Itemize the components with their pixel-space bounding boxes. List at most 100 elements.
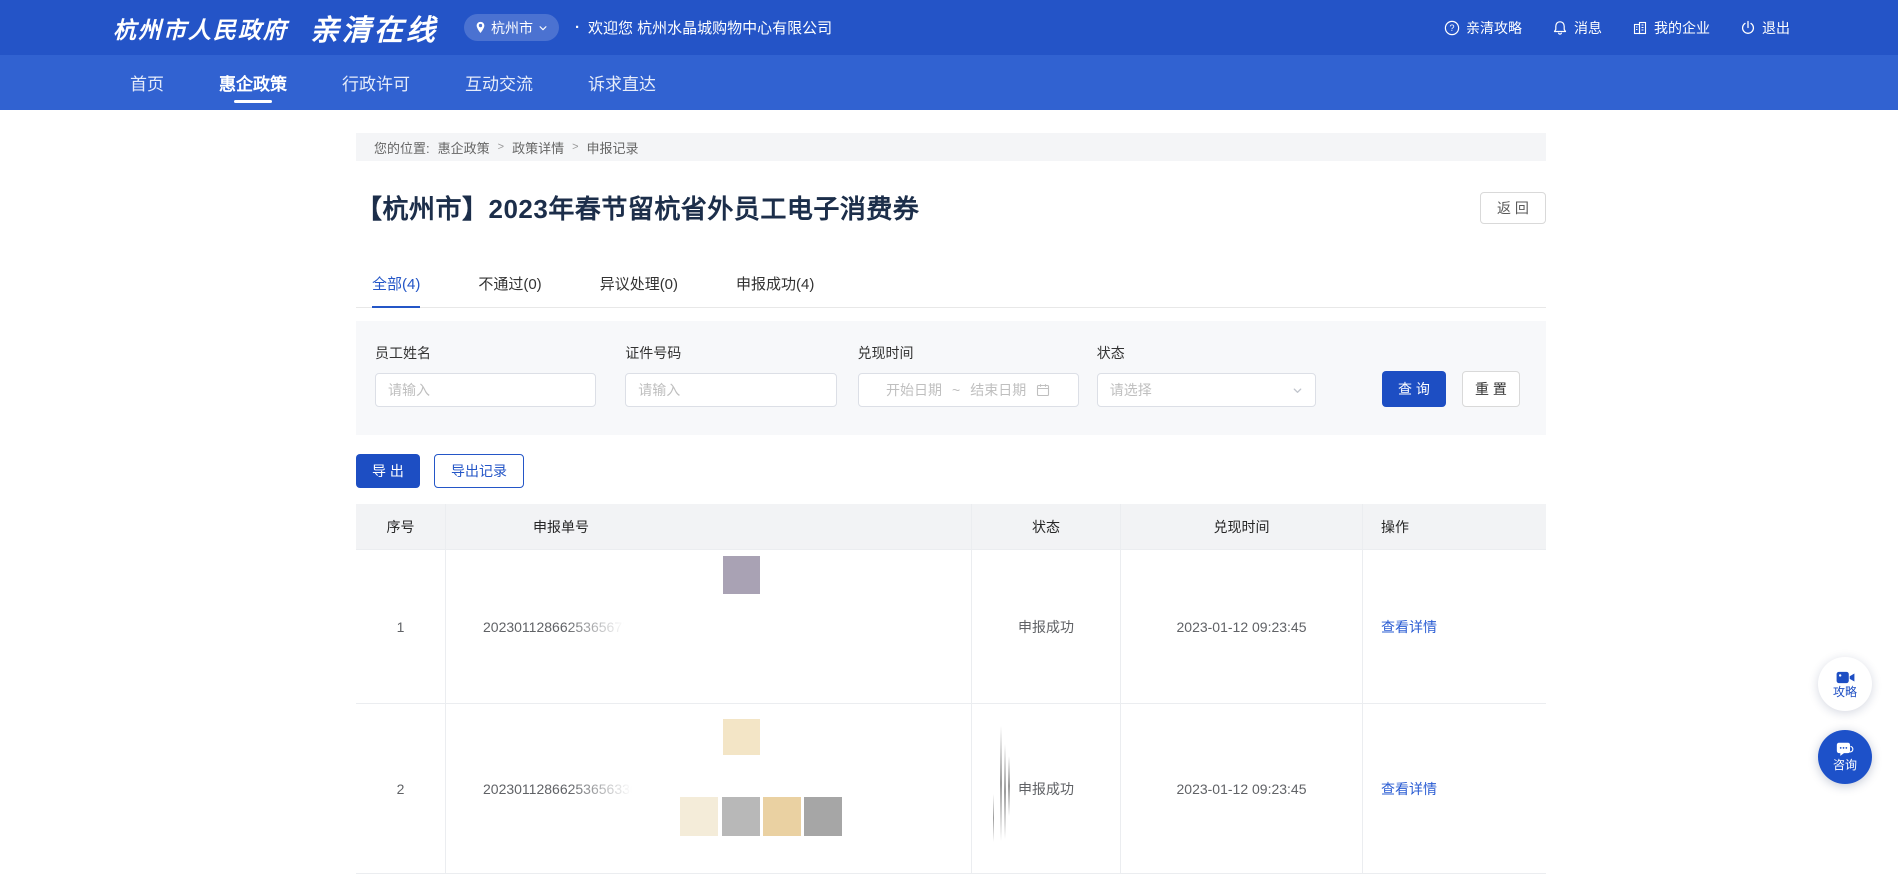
filter-actions: 查 询 重 置 (1382, 371, 1520, 407)
row-redeem-time: 2023-01-12 09:23:45 (1121, 704, 1363, 873)
status-tabs: 全部(4) 不通过(0) 异议处理(0) 申报成功(4) (356, 273, 1546, 308)
row-redeem-time: 2023-01-12 09:23:45 (1121, 550, 1363, 703)
row-action: 查看详情 (1363, 550, 1546, 703)
menu-label-messages: 消息 (1574, 18, 1602, 38)
welcome-dot: · (575, 19, 580, 36)
nav-item-home[interactable]: 首页 (130, 55, 164, 110)
menu-label-logout: 退出 (1762, 18, 1790, 38)
video-camera-icon (1836, 670, 1855, 685)
consult-fab-label: 咨询 (1833, 759, 1857, 772)
table-header-row: 序号 申报单号 状态 兑现时间 操作 (356, 504, 1546, 550)
consult-fab-button[interactable]: 咨询 (1818, 730, 1872, 784)
site-logo-government: 杭州市人民政府 (113, 11, 288, 45)
redeem-time-label: 兑现时间 (858, 343, 1079, 363)
column-header-order-no: 申报单号 (446, 504, 972, 549)
row-status: 申报成功 (972, 704, 1121, 873)
nav-item-appeal[interactable]: 诉求直达 (588, 55, 656, 110)
menu-label-guide: 亲清攻略 (1466, 18, 1522, 38)
nav-item-interaction[interactable]: 互动交流 (465, 55, 533, 110)
header-menu: ? 亲清攻略 消息 我的企业 退出 (1444, 18, 1790, 38)
guide-fab-button[interactable]: 攻略 (1818, 657, 1872, 711)
date-range-separator: ~ (952, 382, 960, 398)
location-pin-icon (475, 21, 486, 34)
menu-item-messages[interactable]: 消息 (1552, 18, 1602, 38)
menu-item-logout[interactable]: 退出 (1740, 18, 1790, 38)
svg-text:?: ? (1449, 23, 1454, 33)
employee-name-input[interactable] (375, 373, 596, 407)
row-index: 2 (356, 704, 446, 873)
row-action: 查看详情 (1363, 704, 1546, 873)
redaction-block (723, 556, 760, 594)
end-date-placeholder: 结束日期 (970, 380, 1026, 400)
building-icon (1632, 20, 1648, 36)
search-button[interactable]: 查 询 (1382, 371, 1446, 407)
nav-item-enterprise-policy[interactable]: 惠企政策 (219, 55, 287, 110)
tab-dispute[interactable]: 异议处理(0) (600, 273, 678, 307)
row-order-no: 20230112866253656330 (446, 704, 972, 873)
field-redeem-time: 兑现时间 开始日期 ~ 结束日期 (858, 343, 1079, 407)
redaction-block (804, 797, 842, 836)
status-select-placeholder: 请选择 (1110, 380, 1152, 400)
export-button[interactable]: 导 出 (356, 454, 420, 488)
tab-success[interactable]: 申报成功(4) (736, 273, 814, 307)
chat-bubble-icon (1836, 742, 1855, 758)
status-label: 状态 (1097, 343, 1316, 363)
menu-item-company[interactable]: 我的企业 (1632, 18, 1710, 38)
top-bar: 杭州市人民政府 亲清在线 杭州市 · 欢迎您 杭州水晶城购物中心有限公司 ? 亲… (0, 0, 1898, 55)
breadcrumb-separator: > (572, 141, 578, 153)
calendar-icon (1036, 383, 1050, 397)
blur-streak (1004, 744, 1006, 839)
breadcrumb-item-policy[interactable]: 惠企政策 (438, 138, 490, 157)
applications-table: 序号 申报单号 状态 兑现时间 操作 1 2023011286625365677… (356, 504, 1546, 874)
blur-streak (1008, 756, 1010, 816)
redeem-time-range-picker[interactable]: 开始日期 ~ 结束日期 (858, 373, 1079, 407)
start-date-placeholder: 开始日期 (886, 380, 942, 400)
tab-all[interactable]: 全部(4) (372, 273, 420, 307)
chevron-down-icon (1292, 385, 1303, 396)
menu-item-guide[interactable]: ? 亲清攻略 (1444, 18, 1522, 38)
location-selector[interactable]: 杭州市 (464, 14, 559, 41)
export-records-button[interactable]: 导出记录 (434, 454, 524, 488)
power-icon (1740, 20, 1756, 36)
table-row: 1 2023011286625365677 申报成功 2023-01-12 09… (356, 550, 1546, 704)
main-nav: 首页 惠企政策 行政许可 互动交流 诉求直达 (0, 55, 1898, 110)
welcome-text: · 欢迎您 杭州水晶城购物中心有限公司 (575, 17, 832, 38)
view-detail-link[interactable]: 查看详情 (1381, 779, 1437, 799)
table-row: 2 20230112866253656330 申报成功 2023-01-12 0… (356, 704, 1546, 874)
redaction-block (723, 719, 760, 755)
main-content: 您的位置: 惠企政策 > 政策详情 > 申报记录 【杭州市】2023年春节留杭省… (356, 133, 1546, 874)
breadcrumb-item-application-records: 申报记录 (587, 138, 639, 157)
breadcrumb-prefix: 您的位置: (374, 138, 430, 157)
breadcrumb-separator: > (498, 141, 504, 153)
redaction-block (722, 797, 760, 836)
row-index: 1 (356, 550, 446, 703)
redaction-block (763, 797, 801, 836)
breadcrumb: 您的位置: 惠企政策 > 政策详情 > 申报记录 (356, 133, 1546, 161)
column-header-action: 操作 (1363, 504, 1546, 549)
welcome-company-name: 欢迎您 杭州水晶城购物中心有限公司 (588, 17, 832, 38)
menu-label-company: 我的企业 (1654, 18, 1710, 38)
field-id-number: 证件号码 (625, 343, 836, 407)
bell-icon (1552, 20, 1568, 36)
column-header-redeem-time: 兑现时间 (1121, 504, 1363, 549)
tab-rejected[interactable]: 不通过(0) (478, 273, 541, 307)
nav-item-administrative-permit[interactable]: 行政许可 (342, 55, 410, 110)
id-number-input[interactable] (625, 373, 836, 407)
column-header-index: 序号 (356, 504, 446, 549)
filter-panel: 员工姓名 证件号码 兑现时间 开始日期 ~ 结束日期 状态 请选择 (356, 321, 1546, 435)
page-title: 【杭州市】2023年春节留杭省外员工电子消费券 (356, 189, 919, 226)
field-status: 状态 请选择 (1097, 343, 1316, 407)
location-label: 杭州市 (491, 18, 533, 38)
back-button[interactable]: 返 回 (1480, 192, 1546, 224)
help-circle-icon: ? (1444, 20, 1460, 36)
title-row: 【杭州市】2023年春节留杭省外员工电子消费券 返 回 (356, 189, 1546, 226)
breadcrumb-item-policy-detail[interactable]: 政策详情 (512, 138, 564, 157)
view-detail-link[interactable]: 查看详情 (1381, 617, 1437, 637)
column-header-status: 状态 (972, 504, 1121, 549)
employee-name-label: 员工姓名 (375, 343, 596, 363)
export-toolbar: 导 出 导出记录 (356, 454, 1546, 488)
guide-fab-label: 攻略 (1833, 686, 1857, 699)
chevron-down-icon (538, 23, 548, 33)
status-select[interactable]: 请选择 (1097, 373, 1316, 407)
reset-button[interactable]: 重 置 (1462, 371, 1520, 407)
